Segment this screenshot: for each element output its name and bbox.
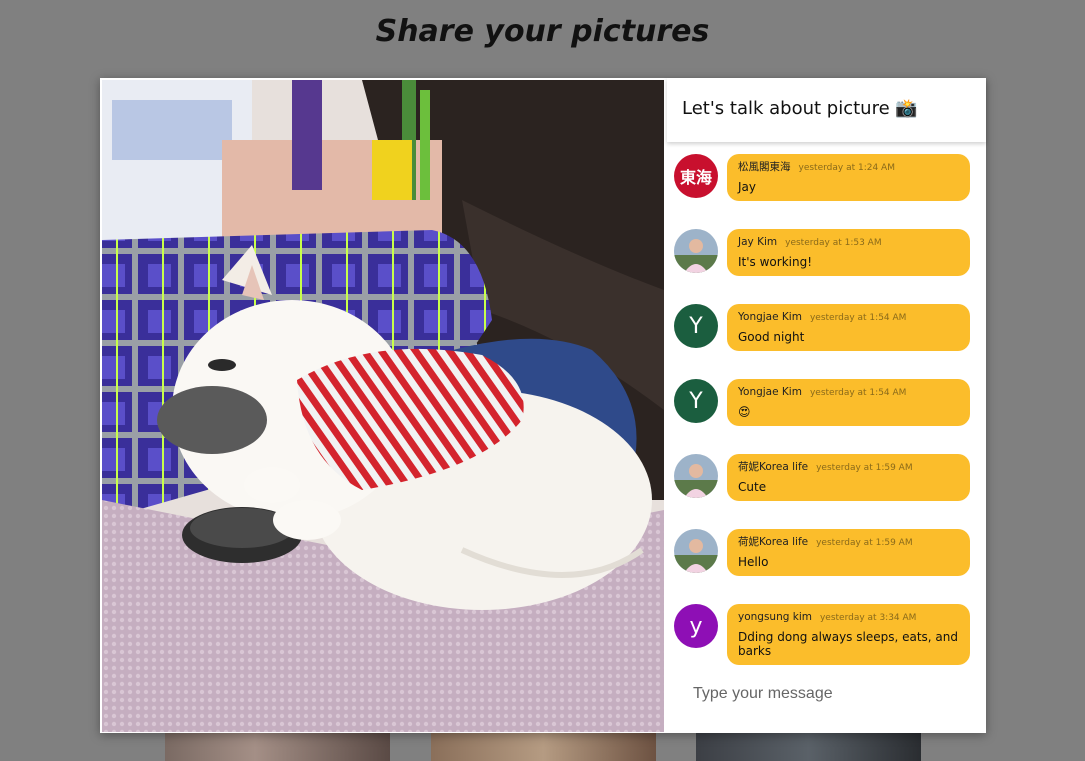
message-composer: [667, 678, 986, 733]
message-author: 荷妮Korea life: [738, 536, 809, 548]
message-text: Good night: [738, 330, 805, 344]
message-text: Cute: [738, 480, 767, 494]
message-bubble: 荷妮Korea life yesterday at 1:59 AM Hello: [727, 529, 970, 576]
message-timestamp: yesterday at 1:59 AM: [816, 538, 913, 548]
message-author: Jay Kim: [738, 236, 778, 248]
message-header: 荷妮Korea life yesterday at 1:59 AM: [738, 460, 960, 477]
message-author: Yongjae Kim: [738, 386, 802, 398]
message-header: yongsung kim yesterday at 3:34 AM: [738, 610, 960, 627]
message-bubble: 松風閣東海 yesterday at 1:24 AM Jay: [727, 154, 970, 201]
message-header: Yongjae Kim yesterday at 1:54 AM: [738, 310, 960, 327]
message-timestamp: yesterday at 1:54 AM: [809, 313, 907, 323]
message-text: Hello: [738, 555, 769, 569]
dog-photo: [102, 80, 664, 732]
avatar[interactable]: 東海: [674, 154, 718, 198]
message-bubble: Jay Kim yesterday at 1:53 AM It's working!: [727, 229, 970, 276]
message-list[interactable]: 東海 松風閣東海 yesterday at 1:24 AM Jay Jay Kim yes…: [667, 144, 986, 678]
message-bubble: Yongjae Kim yesterday at 1:54 AM Good nigh…: [727, 304, 970, 351]
message-text: Dding dong always sleeps, eats, and bark…: [738, 630, 958, 658]
message-input[interactable]: [681, 682, 983, 706]
avatar[interactable]: Y: [674, 304, 718, 348]
message-header: Yongjae Kim yesterday at 1:54 AM: [738, 385, 960, 402]
message-header: 松風閣東海 yesterday at 1:24 AM: [738, 160, 960, 177]
avatar[interactable]: [674, 454, 718, 498]
message-text: Jay: [738, 180, 756, 194]
message-author: yongsung kim: [738, 611, 812, 623]
page-title: Share your pictures: [375, 14, 710, 49]
avatar[interactable]: y: [674, 604, 718, 648]
message-author: 松風閣東海: [738, 161, 791, 173]
message-timestamp: yesterday at 1:59 AM: [816, 463, 913, 473]
message-bubble: 荷妮Korea life yesterday at 1:59 AM Cute: [727, 454, 970, 501]
page: Share your pictures Let's talk about pic…: [0, 0, 1085, 761]
message-text: It's working!: [738, 255, 813, 269]
message-header: 荷妮Korea life yesterday at 1:59 AM: [738, 535, 960, 552]
message-timestamp: yesterday at 1:53 AM: [785, 238, 882, 248]
message-author: 荷妮Korea life: [738, 461, 809, 473]
message-text: 😍: [738, 405, 751, 419]
avatar[interactable]: [674, 529, 718, 573]
message-header: Jay Kim yesterday at 1:53 AM: [738, 235, 960, 252]
dog-photo-image: [102, 80, 664, 732]
message-bubble: yongsung kim yesterday at 3:34 AM Dding do…: [727, 604, 970, 665]
message-timestamp: yesterday at 1:54 AM: [809, 388, 907, 398]
message-timestamp: yesterday at 3:34 AM: [819, 613, 917, 623]
picture-modal: Let's talk about picture 📸 東海 松風閣東海 yester…: [100, 78, 986, 733]
chat-panel: Let's talk about picture 📸 東海 松風閣東海 yester…: [667, 78, 986, 733]
avatar[interactable]: [674, 229, 718, 273]
chat-header: Let's talk about picture 📸: [667, 78, 986, 142]
message-bubble: Yongjae Kim yesterday at 1:54 AM 😍: [727, 379, 970, 426]
avatar[interactable]: Y: [674, 379, 718, 423]
chat-title: Let's talk about picture 📸: [682, 98, 918, 119]
message-timestamp: yesterday at 1:24 AM: [798, 163, 895, 173]
message-author: Yongjae Kim: [738, 311, 802, 323]
